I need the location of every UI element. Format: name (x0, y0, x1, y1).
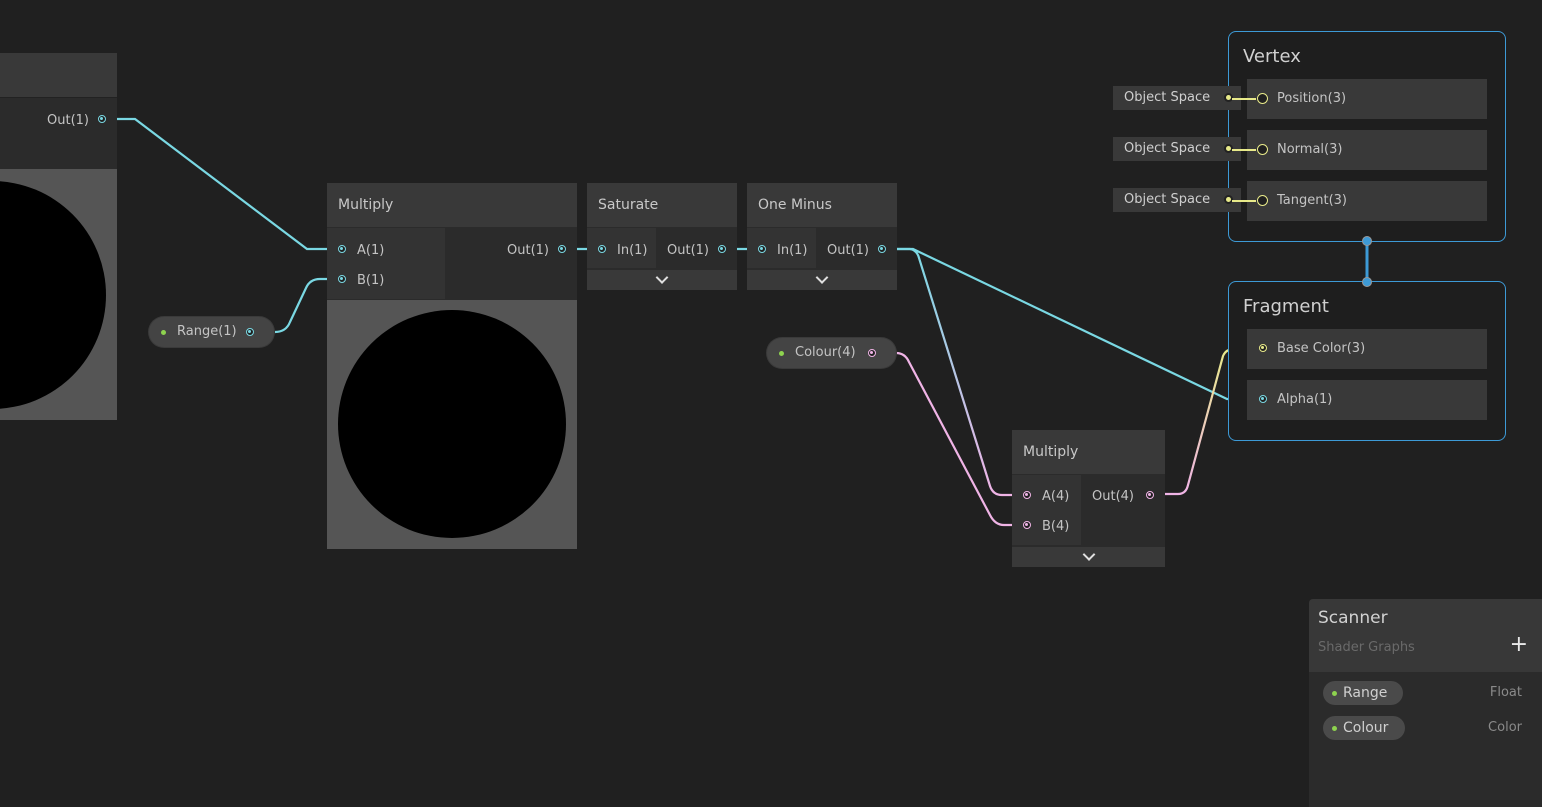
blackboard-property-colour[interactable]: Colour (1323, 716, 1405, 740)
property-name: Range (1343, 685, 1388, 701)
range-property-node[interactable]: Range(1) (149, 317, 274, 347)
multiply-node-1[interactable]: Multiply A(1) B(1) Out(1) (327, 183, 577, 549)
colour-property-node[interactable]: Colour(4) (767, 338, 896, 368)
multiply-2-b-label: B(4) (1042, 519, 1070, 534)
tangent-default-field[interactable]: Object Space (1113, 188, 1241, 212)
normal-default-label: Object Space (1124, 141, 1211, 156)
multiply-2-a-label: A(4) (1042, 489, 1070, 504)
multiply-1-title[interactable]: Multiply (327, 183, 577, 227)
multiply-1-a-label: A(1) (357, 243, 385, 258)
property-dot-icon (161, 330, 166, 335)
preview-circle (0, 181, 106, 409)
vertex-block-position[interactable]: Position(3) (1247, 79, 1487, 119)
add-property-icon[interactable]: + (1510, 634, 1528, 656)
multiply-2-out-port[interactable] (1146, 491, 1154, 499)
offscreen-node-header[interactable] (0, 53, 117, 97)
multiply-1-b-label: B(1) (357, 273, 385, 288)
offscreen-out-label: Out(1) (47, 113, 89, 128)
vertex-block-normal[interactable]: Normal(3) (1247, 130, 1487, 170)
property-dot-icon (1332, 726, 1337, 731)
base-color-port[interactable] (1259, 344, 1267, 352)
multiply-1-preview (327, 300, 577, 549)
preview-circle (338, 310, 566, 538)
vertex-title: Vertex (1243, 46, 1301, 67)
offscreen-out-port[interactable] (98, 115, 106, 123)
multiply-1-out-label: Out(1) (507, 243, 549, 258)
vertex-context[interactable]: Vertex Position(3) Normal(3) Tangent(3) (1228, 31, 1506, 246)
one-minus-out-label: Out(1) (827, 243, 869, 258)
colour-property-label: Colour(4) (795, 345, 856, 360)
fragment-flow-port (1362, 277, 1372, 287)
multiply-2-expand-button[interactable] (1012, 547, 1165, 567)
fragment-title: Fragment (1243, 296, 1329, 317)
wire-oneminus-to-multiply2-a[interactable] (887, 247, 1022, 497)
normal-port[interactable] (1257, 144, 1268, 155)
blackboard-panel[interactable]: Scanner Shader Graphs + Range Float Colo… (1309, 599, 1542, 807)
multiply-1-a-port[interactable] (338, 245, 346, 253)
chevron-down-icon (1082, 548, 1095, 561)
blackboard-title: Scanner (1318, 608, 1388, 628)
chevron-down-icon (655, 271, 669, 284)
property-type: Color (1488, 720, 1522, 735)
property-dot-icon (779, 351, 784, 356)
wire-oneminus-to-alpha[interactable] (887, 247, 1257, 401)
multiply-node-2[interactable]: Multiply A(4) B(4) Out(4) (1012, 430, 1165, 567)
position-port[interactable] (1257, 93, 1268, 104)
position-default-wire (1232, 98, 1256, 100)
multiply-2-out-label: Out(4) (1092, 489, 1134, 504)
normal-default-wire (1232, 149, 1256, 151)
multiply-2-a-port[interactable] (1023, 491, 1031, 499)
one-minus-in-port[interactable] (758, 245, 766, 253)
one-minus-out-port[interactable] (878, 245, 886, 253)
saturate-in-label: In(1) (617, 243, 648, 258)
saturate-node[interactable]: Saturate In(1) Out(1) (587, 183, 737, 290)
saturate-out-port[interactable] (718, 245, 726, 253)
vertex-flow-port (1362, 236, 1372, 246)
position-default-field[interactable]: Object Space (1113, 86, 1241, 110)
multiply-2-b-port[interactable] (1023, 521, 1031, 529)
one-minus-title[interactable]: One Minus (747, 183, 897, 227)
tangent-port[interactable] (1257, 195, 1268, 206)
saturate-expand-button[interactable] (587, 270, 737, 290)
colour-out-port[interactable] (868, 349, 876, 357)
range-property-label: Range(1) (177, 324, 237, 339)
saturate-out-label: Out(1) (667, 243, 709, 258)
multiply-1-out-port[interactable] (558, 245, 566, 253)
base-color-label: Base Color(3) (1277, 341, 1366, 356)
tangent-default-label: Object Space (1124, 192, 1211, 207)
property-name: Colour (1343, 720, 1389, 736)
multiply-1-b-port[interactable] (338, 275, 346, 283)
blackboard-header[interactable]: Scanner Shader Graphs + (1309, 599, 1542, 672)
position-label: Position(3) (1277, 91, 1347, 106)
alpha-port[interactable] (1259, 395, 1267, 403)
tangent-default-wire (1232, 200, 1256, 202)
fragment-block-alpha[interactable]: Alpha(1) (1247, 380, 1487, 420)
property-dot-icon (1332, 691, 1337, 696)
normal-label: Normal(3) (1277, 142, 1343, 157)
offscreen-preview (0, 169, 117, 420)
blackboard-subtitle: Shader Graphs (1318, 640, 1415, 655)
blackboard-property-range[interactable]: Range (1323, 681, 1403, 705)
multiply-2-title[interactable]: Multiply (1012, 430, 1165, 474)
vertex-block-tangent[interactable]: Tangent(3) (1247, 181, 1487, 221)
tangent-label: Tangent(3) (1277, 193, 1347, 208)
offscreen-node[interactable]: Out(1) (0, 53, 117, 420)
fragment-context[interactable]: Fragment Base Color(3) Alpha(1) (1228, 277, 1506, 441)
position-default-label: Object Space (1124, 90, 1211, 105)
property-type: Float (1489, 685, 1522, 700)
one-minus-in-label: In(1) (777, 243, 808, 258)
wire-offscreen-to-multiply-a[interactable] (107, 117, 337, 251)
range-out-port[interactable] (246, 328, 254, 336)
one-minus-expand-button[interactable] (747, 270, 897, 290)
wire-colour-to-multiply2-b[interactable] (895, 351, 1022, 527)
saturate-title[interactable]: Saturate (587, 183, 737, 227)
fragment-block-base-color[interactable]: Base Color(3) (1247, 329, 1487, 369)
alpha-label: Alpha(1) (1277, 392, 1333, 407)
saturate-in-port[interactable] (598, 245, 606, 253)
one-minus-node[interactable]: One Minus In(1) Out(1) (747, 183, 897, 290)
normal-default-field[interactable]: Object Space (1113, 137, 1241, 161)
chevron-down-icon (815, 271, 829, 284)
